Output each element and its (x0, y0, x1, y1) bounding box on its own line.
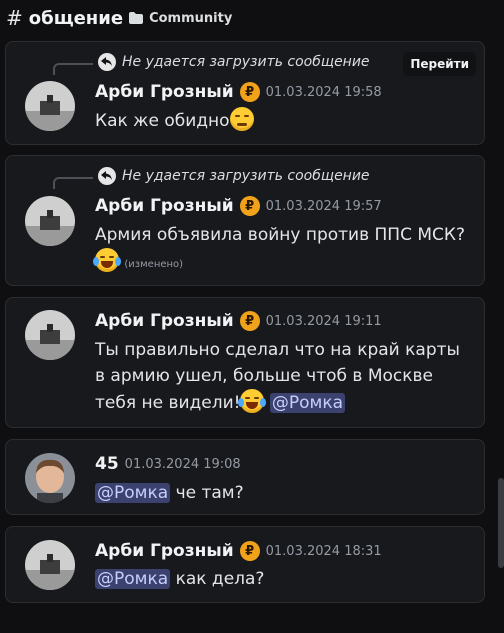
timestamp: 01.03.2024 19:08 (124, 456, 241, 472)
rouble-badge-icon: ₽ (239, 82, 260, 102)
message-card: Арби Грозный ₽ 01.03.2024 18:31 @Ромка к… (5, 526, 485, 603)
timestamp: 01.03.2024 19:11 (265, 313, 382, 329)
laughing-tears-icon (238, 389, 267, 413)
rouble-badge-icon: ₽ (239, 311, 260, 331)
message-header: Арби Грозный ₽ 01.03.2024 19:58 (95, 82, 382, 102)
avatar[interactable] (25, 196, 75, 246)
rouble-badge-icon: ₽ (239, 541, 260, 561)
jump-button[interactable]: Перейти (403, 52, 476, 76)
avatar[interactable] (25, 540, 75, 590)
edited-label: (изменено) (124, 259, 184, 270)
message-content: Армия объявила войну против ППС МСК? (из… (93, 222, 470, 278)
message-content: @Ромка как дела? (95, 566, 470, 592)
channel-hash-icon: # (6, 6, 23, 30)
author-name[interactable]: Арби Грозный (95, 311, 234, 331)
message-text: Армия объявила войну против ППС МСК? (95, 225, 465, 245)
avatar[interactable] (25, 81, 75, 131)
reply-unavailable-text: Не удается загрузить сообщение (122, 54, 370, 70)
reply-arrow-icon (98, 167, 116, 185)
channel-name[interactable]: общение (29, 8, 123, 29)
reply-connector (53, 63, 93, 75)
category-name[interactable]: Community (149, 11, 232, 26)
user-mention[interactable]: @Ромка (269, 393, 346, 413)
channel-header: # общение Community (0, 0, 504, 36)
timestamp: 01.03.2024 18:31 (265, 543, 382, 559)
reply-arrow-icon (98, 53, 116, 71)
author-name[interactable]: Арби Грозный (95, 541, 234, 561)
message-text: как дела? (175, 569, 265, 589)
message-header: Арби Грозный ₽ 01.03.2024 19:11 (95, 311, 382, 331)
message-text: че там? (175, 483, 244, 503)
message-content: Как же обидно (95, 107, 470, 134)
author-name[interactable]: Арби Грозный (95, 196, 234, 216)
author-name[interactable]: Арби Грозный (95, 82, 234, 102)
laughing-tears-icon (93, 248, 121, 272)
message-card: Арби Грозный ₽ 01.03.2024 19:11 Ты прави… (5, 297, 485, 428)
message-header: 45 01.03.2024 19:08 (95, 454, 241, 474)
message-content: Ты правильно сделал что на край карты в … (95, 337, 465, 416)
reply-preview[interactable]: Не удается загрузить сообщение (98, 167, 370, 185)
reply-preview[interactable]: Не удается загрузить сообщение (98, 53, 370, 71)
message-card: 45 01.03.2024 19:08 @Ромка че там? (5, 439, 485, 515)
rouble-badge-icon: ₽ (239, 196, 260, 216)
reply-unavailable-text: Не удается загрузить сообщение (122, 168, 370, 184)
message-content: @Ромка че там? (95, 480, 470, 506)
folder-icon (129, 12, 144, 24)
timestamp: 01.03.2024 19:57 (265, 198, 382, 214)
author-name[interactable]: 45 (95, 454, 119, 474)
avatar[interactable] (25, 310, 75, 360)
message-card: Не удается загрузить сообщение Перейти А… (5, 41, 485, 145)
avatar[interactable] (25, 453, 75, 503)
message-card: Не удается загрузить сообщение Арби Гроз… (5, 155, 485, 286)
user-mention[interactable]: @Ромка (95, 569, 171, 589)
message-header: Арби Грозный ₽ 01.03.2024 18:31 (95, 541, 382, 561)
pensive-face-icon (229, 107, 254, 131)
user-mention[interactable]: @Ромка (95, 483, 171, 503)
message-header: Арби Грозный ₽ 01.03.2024 19:57 (95, 196, 382, 216)
reply-connector (53, 177, 93, 189)
timestamp: 01.03.2024 19:58 (265, 84, 382, 100)
message-text: Как же обидно (95, 111, 230, 131)
scrollbar-thumb[interactable] (498, 478, 504, 568)
